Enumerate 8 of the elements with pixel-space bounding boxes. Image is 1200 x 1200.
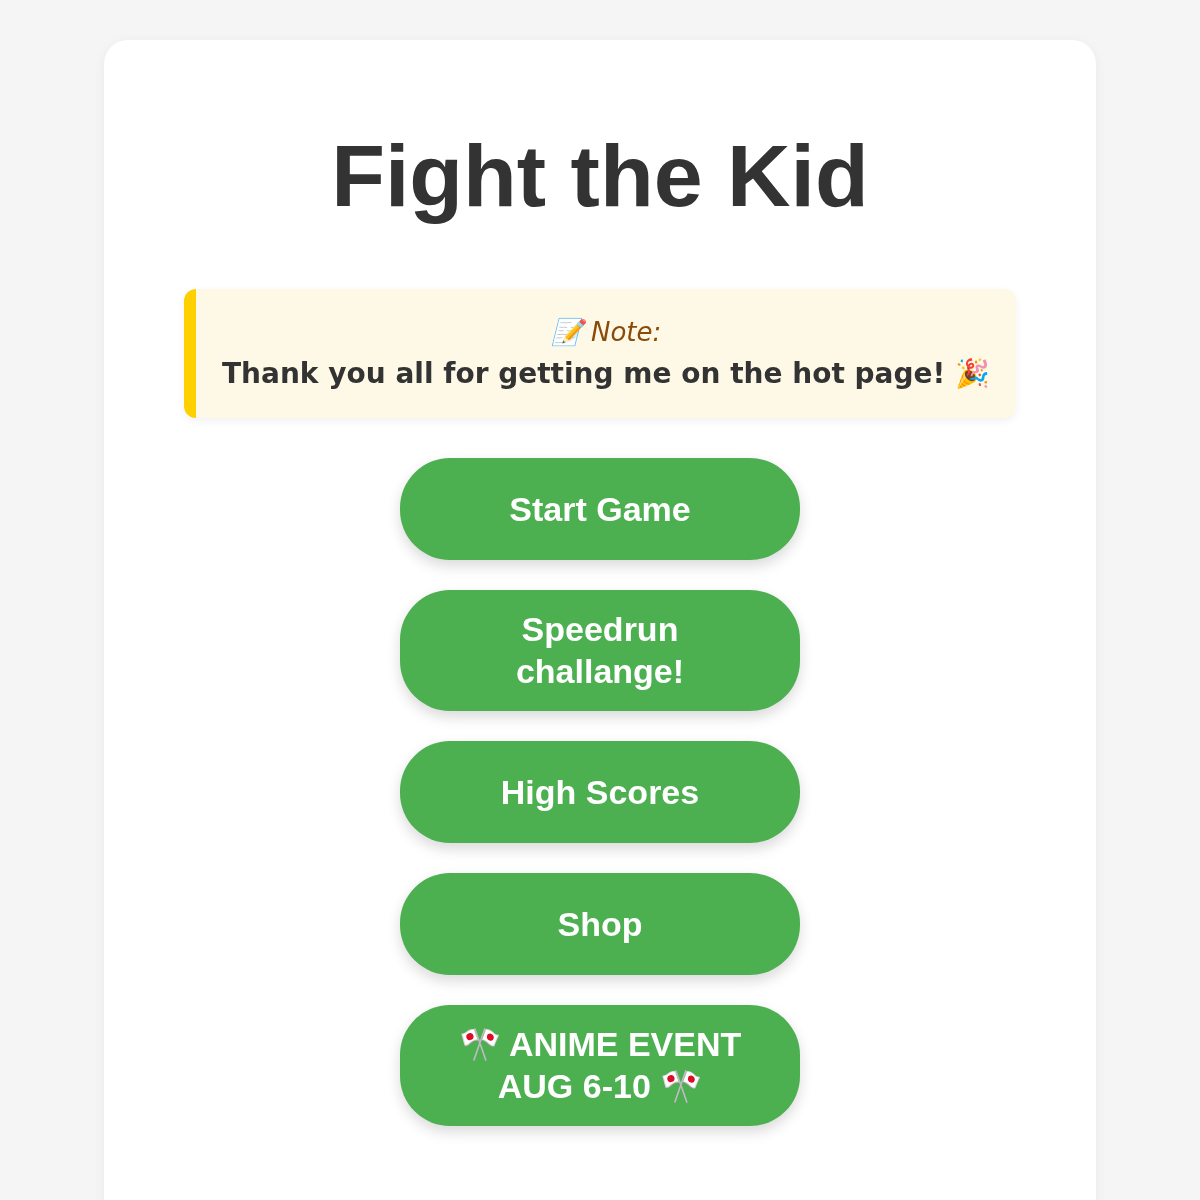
note-label: 📝 Note: (550, 316, 662, 347)
menu-button[interactable]: High Scores (400, 740, 800, 843)
menu-button[interactable]: Shop (400, 872, 800, 975)
game-title: Fight the Kid (331, 128, 869, 225)
note-message: Thank you all for getting me on the hot page! 🎉 (222, 356, 990, 390)
menu-button[interactable]: 🎌 ANIME EVENT AUG 6-10 🎌 (400, 1004, 800, 1126)
menu-button[interactable]: Speedrun challange! (400, 589, 800, 711)
menu-button[interactable]: Start Game (400, 457, 800, 560)
